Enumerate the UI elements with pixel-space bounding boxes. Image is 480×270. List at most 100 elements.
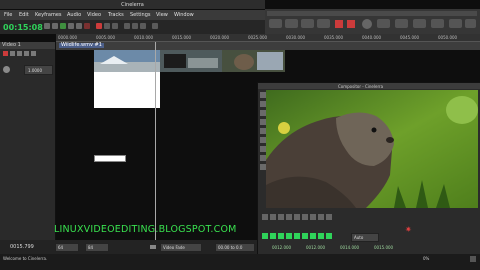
clip-icon[interactable] bbox=[294, 214, 300, 220]
gang-icon[interactable] bbox=[17, 51, 22, 56]
menu-view[interactable]: View bbox=[156, 12, 168, 18]
comp-rewind-icon[interactable] bbox=[262, 233, 268, 239]
compositor-title-bar: Compositor - Cinelerra bbox=[258, 83, 480, 89]
clip-thumbnail-strip[interactable] bbox=[94, 50, 285, 72]
copy-button[interactable] bbox=[132, 23, 138, 29]
settings-icon[interactable] bbox=[449, 19, 462, 28]
record-title-bar bbox=[267, 11, 477, 16]
track-zoom-arrow-icon[interactable] bbox=[150, 245, 156, 249]
back-icon[interactable] bbox=[285, 19, 298, 28]
play-track-icon[interactable] bbox=[10, 51, 15, 56]
loop-icon[interactable] bbox=[377, 19, 390, 28]
comp-play-icon[interactable] bbox=[302, 233, 308, 239]
menu-edit[interactable]: Edit bbox=[19, 12, 29, 18]
record-stop-icon[interactable] bbox=[335, 20, 343, 28]
comp-time: 0012.000 bbox=[272, 245, 292, 250]
close-icon[interactable] bbox=[465, 19, 476, 28]
automation-select[interactable]: Video Fade bbox=[160, 243, 202, 252]
prev-label-icon[interactable] bbox=[318, 214, 324, 220]
splice-icon[interactable] bbox=[278, 214, 284, 220]
timeline-bottom-bar: 0015.799 64 84 Video Fade 00.00 to 0.0 bbox=[0, 240, 257, 254]
ruler-tick: 0025.000 bbox=[248, 35, 268, 40]
fade-knob-icon[interactable] bbox=[3, 66, 10, 73]
track-title-row: Wildlife.wmv #1 bbox=[56, 42, 480, 50]
comp-play-back-icon[interactable] bbox=[286, 233, 292, 239]
out-point-button[interactable] bbox=[104, 23, 110, 29]
draw-icon[interactable] bbox=[24, 51, 29, 56]
cut-button[interactable] bbox=[124, 23, 130, 29]
zoom-button[interactable] bbox=[152, 23, 158, 29]
track-header: Video 1 bbox=[0, 42, 55, 49]
in-point-button[interactable] bbox=[96, 23, 102, 29]
mute-icon[interactable] bbox=[31, 51, 36, 56]
ruler-tick: 0045.000 bbox=[400, 35, 420, 40]
ruler-tick: 0010.000 bbox=[134, 35, 154, 40]
video-frame bbox=[266, 90, 478, 208]
transport-forward-button[interactable] bbox=[68, 23, 74, 29]
comp-forward-icon[interactable] bbox=[318, 233, 324, 239]
comp-time: 0012.000 bbox=[306, 245, 326, 250]
timeline-ruler[interactable]: 0000.000 0005.000 0010.000 0015.000 0020… bbox=[56, 34, 480, 42]
transport-end-button[interactable] bbox=[76, 23, 82, 29]
menu-settings[interactable]: Settings bbox=[130, 12, 151, 18]
record-indicator-icon[interactable]: ✷ bbox=[405, 226, 413, 234]
transport-rewind-button[interactable] bbox=[44, 23, 50, 29]
copy-icon[interactable] bbox=[302, 214, 308, 220]
next-label-icon[interactable] bbox=[326, 214, 332, 220]
forward-icon[interactable] bbox=[317, 19, 330, 28]
comp-stop-icon[interactable] bbox=[294, 233, 300, 239]
out-point-icon[interactable] bbox=[270, 214, 276, 220]
rewind-icon[interactable] bbox=[269, 19, 282, 28]
sample-zoom-field[interactable]: 64 bbox=[55, 243, 79, 252]
transport-back-button[interactable] bbox=[52, 23, 58, 29]
fade-value-field[interactable]: 1.0000 bbox=[24, 65, 53, 75]
compositor-toolbar bbox=[262, 213, 478, 222]
menu-tracks[interactable]: Tracks bbox=[108, 12, 124, 18]
record-dial-icon[interactable] bbox=[362, 19, 372, 29]
frame-icon[interactable] bbox=[413, 19, 426, 28]
ruler-tick: 0005.000 bbox=[96, 35, 116, 40]
zoom-select[interactable]: Auto bbox=[351, 233, 379, 242]
paste-button[interactable] bbox=[140, 23, 146, 29]
selection-time: 0015.799 bbox=[10, 244, 34, 250]
status-bar: Welcome to Cinelerra. 0% bbox=[0, 254, 480, 270]
record-window bbox=[265, 9, 480, 34]
automation-range-field[interactable]: 00.00 to 0.0 bbox=[215, 243, 255, 252]
record-arm-icon[interactable] bbox=[3, 51, 8, 56]
comp-end-icon[interactable] bbox=[326, 233, 332, 239]
menu-file[interactable]: File bbox=[4, 12, 12, 18]
title-bar: Cinelerra bbox=[0, 0, 265, 9]
menu-audio[interactable]: Audio bbox=[67, 12, 81, 18]
insertion-point[interactable] bbox=[155, 42, 156, 240]
comp-frame-forward-icon[interactable] bbox=[310, 233, 316, 239]
ruler-tick: 0020.000 bbox=[210, 35, 230, 40]
clip-edit-area[interactable] bbox=[94, 72, 160, 108]
menu-window[interactable]: Window bbox=[174, 12, 194, 18]
current-time: 00:15:08 bbox=[3, 23, 43, 32]
comp-frame-back-icon[interactable] bbox=[278, 233, 284, 239]
clip-title[interactable]: Wildlife.wmv #1 bbox=[59, 43, 104, 48]
clip-thumbnails bbox=[94, 50, 285, 72]
status-percent: 0% bbox=[423, 256, 430, 261]
label-icon[interactable] bbox=[310, 214, 316, 220]
transport-play-button[interactable] bbox=[60, 23, 66, 29]
comp-time: 0015.000 bbox=[374, 245, 394, 250]
in-point-icon[interactable] bbox=[262, 214, 268, 220]
transport-stop-button[interactable] bbox=[84, 23, 90, 29]
label-button[interactable] bbox=[112, 23, 118, 29]
play-icon[interactable] bbox=[301, 19, 314, 28]
menu-keyframes[interactable]: Keyframes bbox=[35, 12, 62, 18]
comp-back-icon[interactable] bbox=[270, 233, 276, 239]
clip-label-box[interactable] bbox=[94, 155, 126, 162]
compositor-canvas[interactable] bbox=[266, 90, 478, 208]
ruler-tick: 0050.000 bbox=[438, 35, 458, 40]
step-icon[interactable] bbox=[395, 19, 408, 28]
window-title: Cinelerra bbox=[121, 2, 144, 8]
record-button[interactable] bbox=[347, 20, 355, 28]
amp-zoom-field[interactable]: 84 bbox=[85, 243, 109, 252]
zoom-icon[interactable] bbox=[431, 19, 444, 28]
ruler-tick: 0040.000 bbox=[362, 35, 382, 40]
overwrite-icon[interactable] bbox=[286, 214, 292, 220]
resize-grip-icon[interactable] bbox=[470, 256, 476, 262]
menu-video[interactable]: Video bbox=[87, 12, 101, 18]
